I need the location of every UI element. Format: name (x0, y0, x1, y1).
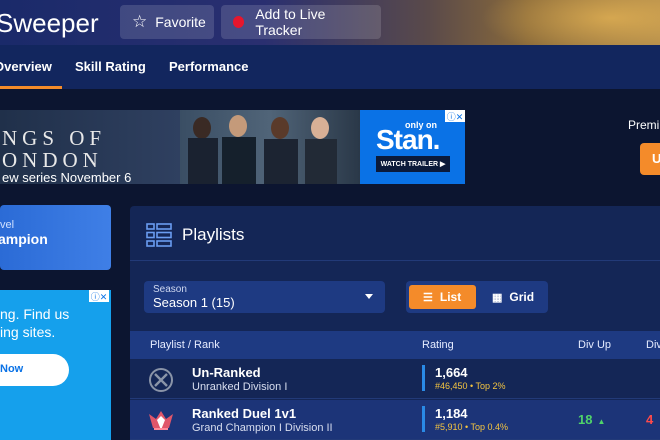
rank-division: Grand Champion I Division II (192, 422, 333, 434)
grid-icon: ▦ (492, 291, 503, 304)
side-ad-line1: ng. Find us (0, 306, 70, 322)
rating-bar (422, 365, 425, 391)
ad-cast-image (188, 115, 337, 184)
grand-champion-icon (149, 411, 173, 430)
col-rating[interactable]: Rating (422, 339, 454, 351)
playlists-title: Playlists (182, 225, 245, 244)
tab-overview[interactable]: Overview (0, 59, 52, 74)
grid-view-button[interactable]: ▦ Grid (486, 285, 544, 309)
ad-banner[interactable]: NGS OF ONDON ew series November 6 only o… (0, 110, 465, 184)
player-name: Sweeper (0, 8, 99, 38)
ad-title-area: NGS OF ONDON ew series November 6 (0, 110, 180, 184)
side-ad-button[interactable]: Now (0, 354, 69, 386)
div-up-value: 18 ▲ (578, 412, 605, 427)
table-row[interactable]: Ranked Duel 1v1 Grand Champion I Divisio… (130, 400, 660, 440)
div-up-number: 18 (578, 412, 593, 427)
list-view-label: List (439, 290, 462, 304)
season-label: Season (153, 284, 187, 295)
profile-header: Sweeper ☆ Favorite Add to Live Tracker (0, 0, 660, 45)
tab-performance[interactable]: Performance (169, 59, 248, 74)
grid-view-label: Grid (509, 290, 535, 304)
playlists-header: Playlists (130, 206, 660, 261)
rating-rank: #46,450 • Top 2% (435, 381, 506, 391)
level-label: vel (0, 219, 15, 231)
col-div-up[interactable]: Div Up (578, 339, 611, 351)
table-row[interactable]: Un-Ranked Unranked Division I 1,664 #46,… (130, 359, 660, 399)
playlist-name: Ranked Duel 1v1 (192, 406, 297, 421)
season-select[interactable]: Season Season 1 (15) (144, 281, 385, 313)
side-adchoices-close-icon[interactable]: ⓘ✕ (89, 290, 109, 302)
adchoices-close-icon[interactable]: ⓘ✕ (445, 110, 465, 122)
level-card[interactable]: vel ampion (0, 205, 111, 270)
favorite-button[interactable]: ☆ Favorite (120, 5, 214, 39)
unranked-icon (149, 368, 173, 392)
record-dot-icon (233, 16, 245, 28)
ad-photo (180, 110, 360, 184)
rank-division: Unranked Division I (192, 381, 288, 393)
live-tracker-button[interactable]: Add to Live Tracker (221, 5, 381, 39)
playlist-name: Un-Ranked (192, 365, 261, 380)
list-view-button[interactable]: ☰ List (409, 285, 476, 309)
rating-rank: #5,910 • Top 0.4% (435, 422, 509, 432)
col-playlist-rank[interactable]: Playlist / Rank (150, 339, 220, 351)
view-toggle: ☰ List ▦ Grid (406, 281, 548, 313)
side-ad[interactable]: ng. Find us ing sites. Now ⓘ✕ (0, 290, 111, 440)
side-ad-line2: ing sites. (0, 324, 56, 340)
watch-trailer-button[interactable]: WATCH TRAILER ▶ (376, 156, 450, 172)
arrow-up-icon: ▲ (597, 417, 606, 426)
rating-bar (422, 406, 425, 432)
rating-value: 1,664 (435, 365, 468, 380)
premium-button[interactable]: U (640, 143, 660, 175)
active-tab-indicator (0, 86, 62, 89)
tab-skill-rating[interactable]: Skill Rating (75, 59, 146, 74)
table-header: Playlist / Rank Rating Div Up Div (130, 331, 660, 359)
col-div-down[interactable]: Div (646, 339, 660, 351)
list-icon: ☰ (423, 291, 433, 304)
ad-tagline: ew series November 6 (2, 170, 132, 184)
div-down-value: 4 (646, 412, 654, 427)
live-tracker-label: Add to Live Tracker (255, 6, 326, 38)
ad-brand-logo: Stan. (376, 124, 440, 155)
level-value: ampion (0, 231, 48, 247)
chevron-down-icon (365, 294, 373, 299)
premium-text: Premi (628, 118, 660, 132)
star-icon: ☆ (132, 12, 148, 31)
season-value: Season 1 (15) (153, 295, 235, 310)
favorite-label: Favorite (155, 14, 206, 30)
profile-nav: Overview Skill Rating Performance (0, 45, 660, 89)
rating-value: 1,184 (435, 406, 468, 421)
playlists-panel: Playlists Season Season 1 (15) ☰ List ▦ … (130, 206, 660, 440)
playlist-icon (146, 223, 172, 247)
